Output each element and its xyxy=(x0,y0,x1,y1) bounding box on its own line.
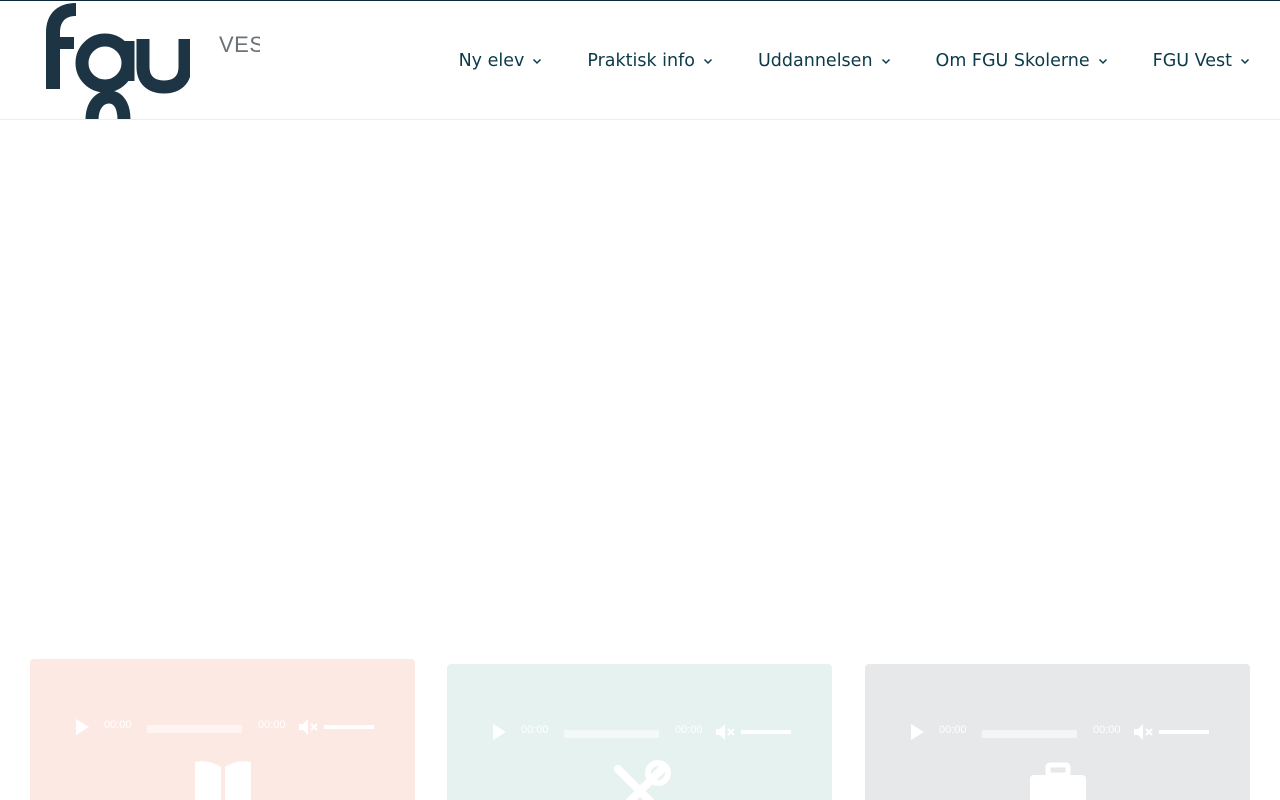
current-time: 00:00 xyxy=(939,724,967,736)
chevron-down-icon xyxy=(881,58,890,64)
nav-item-om-fgu-skolerne[interactable]: Om FGU Skolerne xyxy=(936,51,1108,71)
nav-item-praktisk-info[interactable]: Praktisk info xyxy=(587,51,713,71)
nav-item-fgu-vest[interactable]: FGU Vest xyxy=(1153,51,1250,71)
chevron-down-icon xyxy=(703,58,713,64)
fgu-logo-mark xyxy=(46,3,190,119)
play-icon[interactable] xyxy=(493,724,506,740)
main-navigation: Ny elev Praktisk info Uddannelsen Om FGU… xyxy=(459,1,1250,119)
chevron-down-icon xyxy=(1098,58,1107,64)
nav-item-uddannelsen[interactable]: Uddannelsen xyxy=(758,51,891,71)
chevron-down-icon xyxy=(533,58,542,64)
volume-slider[interactable] xyxy=(1159,726,1209,738)
volume-mute-icon[interactable] xyxy=(298,718,318,736)
duration: 00:00 xyxy=(1093,724,1121,736)
volume-mute-icon[interactable] xyxy=(1133,723,1153,741)
progress-rail[interactable] xyxy=(564,730,659,738)
nav-item-ny-elev[interactable]: Ny elev xyxy=(459,51,543,71)
briefcase-icon xyxy=(1029,762,1086,800)
program-card-book[interactable]: 00:00 00:00 xyxy=(30,659,415,800)
progress-rail[interactable] xyxy=(147,725,242,733)
volume-slider[interactable] xyxy=(741,726,791,738)
program-card-tools[interactable]: 00:00 00:00 xyxy=(447,664,832,800)
duration: 00:00 xyxy=(258,719,286,731)
progress-rail[interactable] xyxy=(982,730,1077,738)
logo-subtitle: VEST xyxy=(219,32,260,57)
nav-item-label: Om FGU Skolerne xyxy=(935,50,1090,71)
nav-item-label: FGU Vest xyxy=(1152,50,1232,71)
nav-item-label: Ny elev xyxy=(458,50,525,71)
duration: 00:00 xyxy=(675,724,703,736)
nav-item-label: Uddannelsen xyxy=(758,50,873,71)
play-icon[interactable] xyxy=(76,719,89,735)
site-header: VEST Ny elev Praktisk info Uddannelsen O… xyxy=(0,1,1280,120)
play-icon[interactable] xyxy=(911,724,924,740)
book-icon xyxy=(194,761,251,800)
current-time: 00:00 xyxy=(104,719,132,731)
site-logo[interactable]: VEST xyxy=(30,1,260,119)
program-card-briefcase[interactable]: 00:00 00:00 xyxy=(865,664,1250,800)
audio-player: 00:00 00:00 xyxy=(447,719,832,743)
nav-item-label: Praktisk info xyxy=(587,50,695,71)
chevron-down-icon xyxy=(1240,58,1250,64)
volume-slider[interactable] xyxy=(324,721,374,733)
volume-mute-icon[interactable] xyxy=(715,723,735,741)
tools-icon xyxy=(613,760,671,800)
hero-area xyxy=(0,120,1280,640)
audio-player: 00:00 00:00 xyxy=(865,719,1250,743)
audio-player: 00:00 00:00 xyxy=(30,714,415,738)
current-time: 00:00 xyxy=(521,724,549,736)
